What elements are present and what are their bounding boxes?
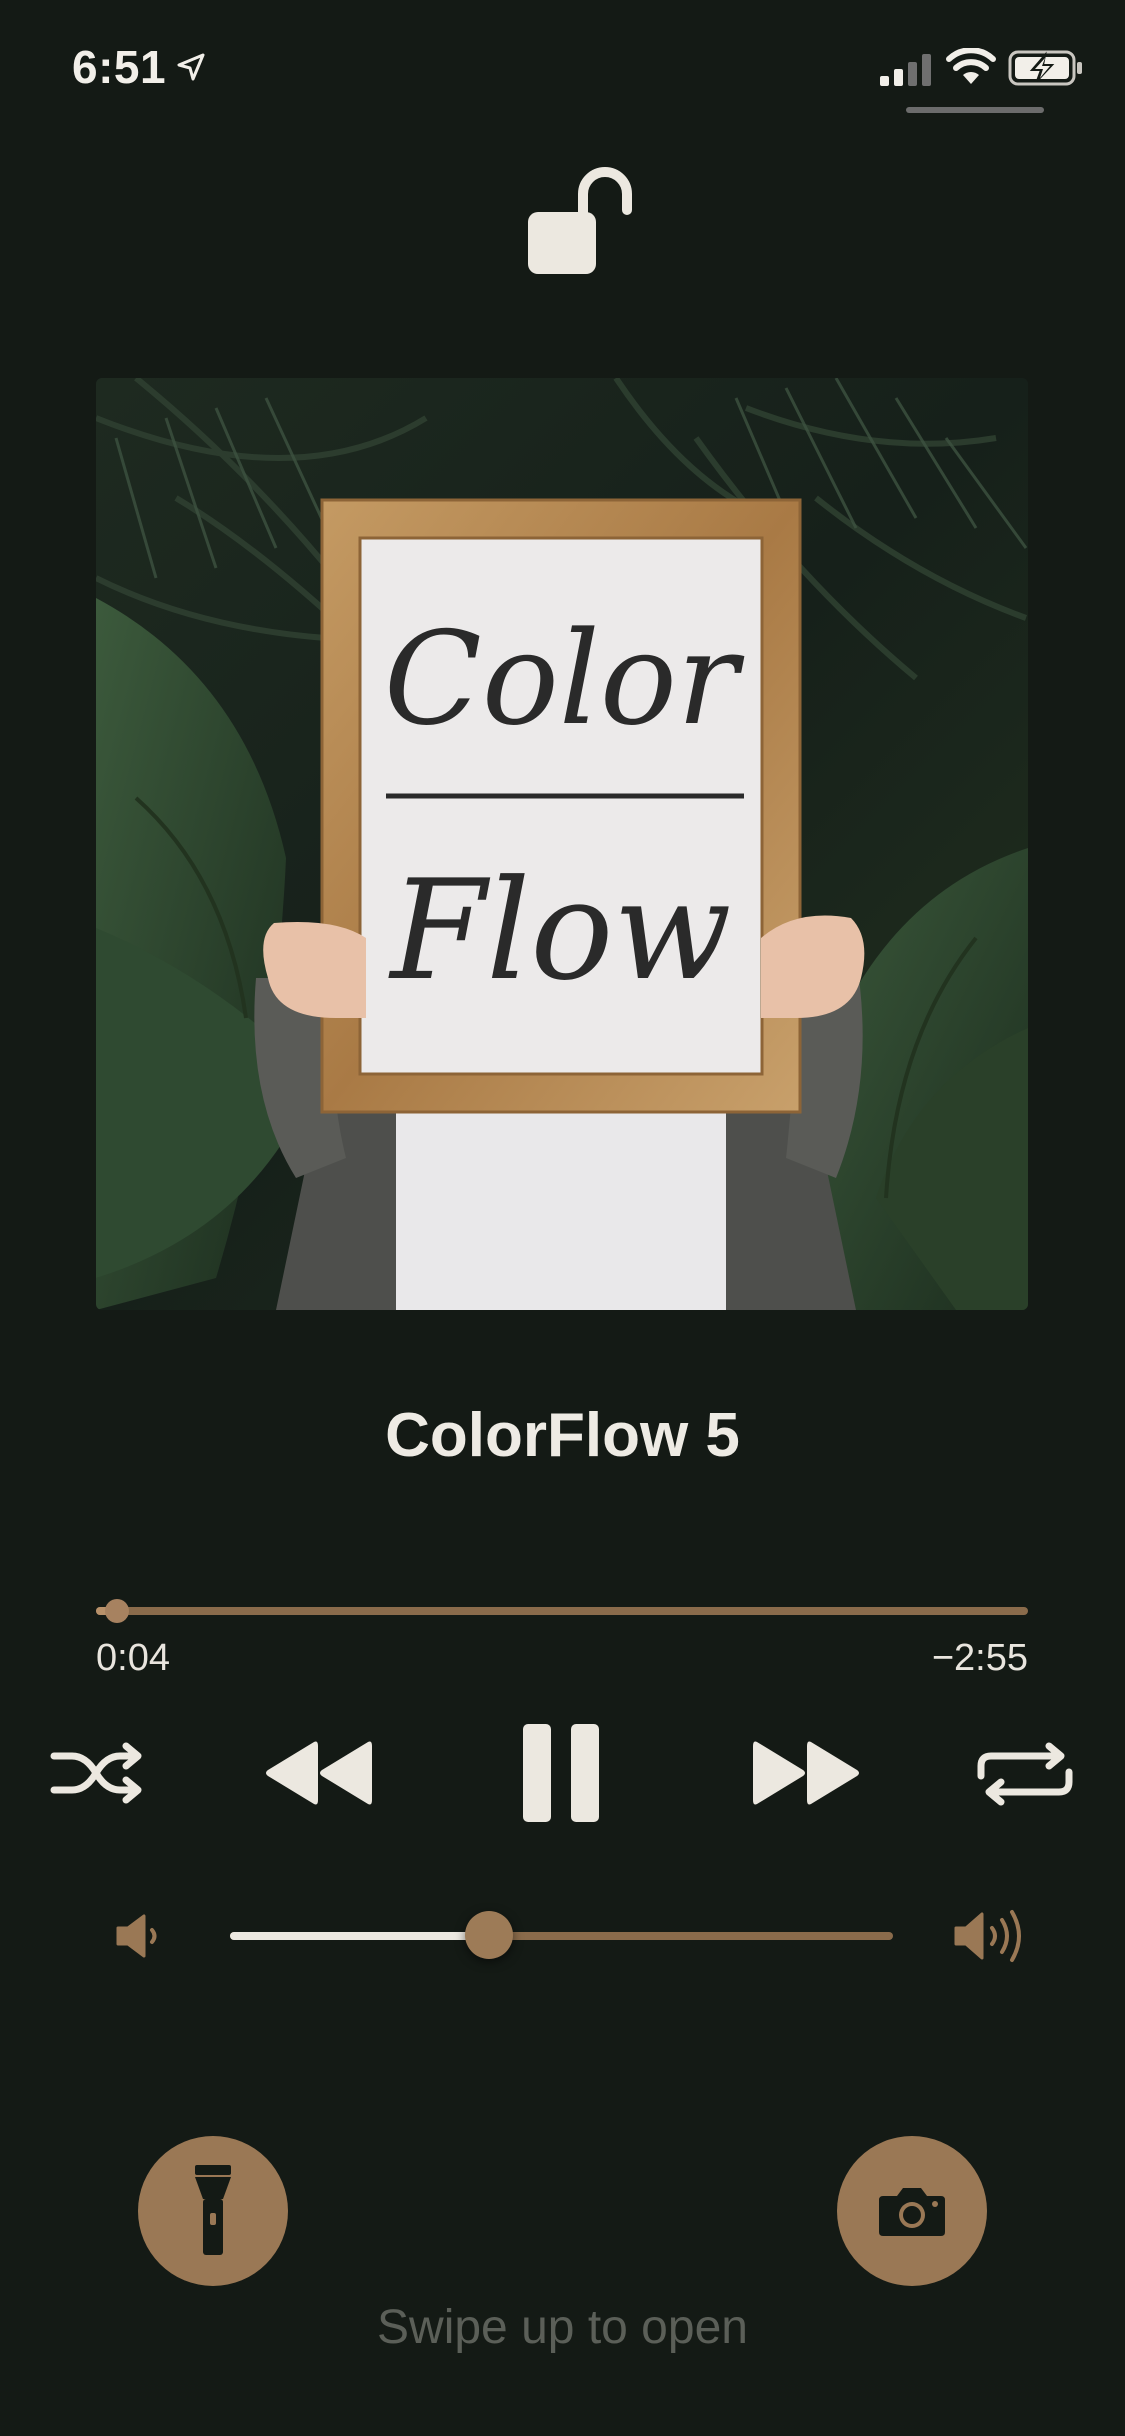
flashlight-icon — [195, 2165, 231, 2255]
shuffle-icon[interactable] — [50, 1740, 150, 1806]
progress-track[interactable] — [96, 1607, 1028, 1615]
sign-line-2: Flow — [387, 850, 731, 1011]
volume-low-icon — [116, 1914, 157, 1958]
pause-icon[interactable] — [521, 1722, 601, 1824]
wifi-icon — [946, 48, 996, 84]
volume-slider-knob[interactable] — [464, 1911, 513, 1959]
unlocked-padlock-icon[interactable] — [523, 160, 638, 278]
battery-charging-icon — [1008, 50, 1082, 86]
volume-fill — [230, 1932, 489, 1940]
track-title: ColorFlow 5 — [385, 1401, 740, 1470]
swipe-up-hint: Swipe up to open — [377, 2301, 748, 2354]
camera-button[interactable] — [837, 2136, 987, 2286]
volume-high-icon — [954, 1910, 1021, 1962]
rewind-icon[interactable] — [262, 1738, 374, 1808]
cellular-signal-icon — [880, 54, 931, 86]
flashlight-button[interactable] — [138, 2136, 288, 2286]
sign-line-1: Color — [384, 605, 745, 754]
album-artwork[interactable]: Color Flow — [96, 378, 1028, 1310]
status-time: 6:51 — [72, 41, 167, 93]
location-arrow-icon — [177, 53, 205, 81]
repeat-icon[interactable] — [975, 1742, 1075, 1806]
remaining-time: −2:55 — [931, 1637, 1028, 1679]
artwork-image: Color Flow — [96, 378, 1028, 1310]
camera-icon — [879, 2188, 945, 2236]
fast-forward-icon[interactable] — [751, 1738, 863, 1808]
status-bar-indicator — [906, 107, 1044, 113]
progress-scrubber[interactable] — [104, 1599, 129, 1623]
elapsed-time: 0:04 — [96, 1637, 170, 1679]
